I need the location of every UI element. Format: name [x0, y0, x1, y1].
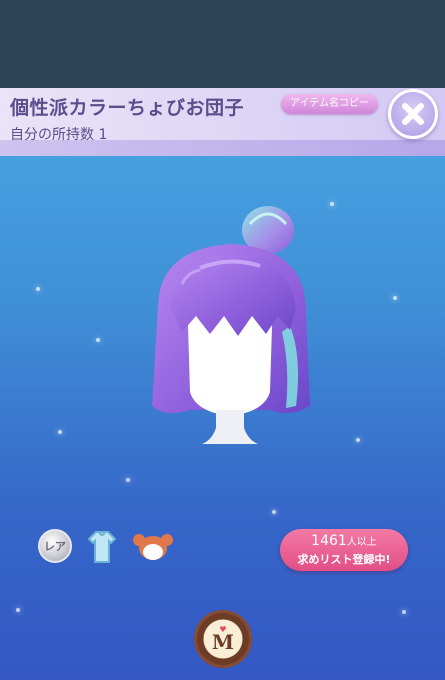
- request-count: 1461: [311, 533, 347, 549]
- hair-item-image: [152, 206, 310, 444]
- hair-icon: [132, 529, 174, 565]
- close-icon: [402, 103, 424, 125]
- rarity-label: レア: [44, 540, 66, 553]
- outfit-icon: [84, 529, 120, 565]
- owned-count: 自分の所持数 1: [10, 127, 108, 143]
- sparkle: [36, 287, 40, 291]
- sparkle: [330, 202, 334, 206]
- sparkle: [16, 608, 20, 612]
- close-button[interactable]: [388, 89, 438, 139]
- sparkle: [393, 296, 397, 300]
- request-count-suffix: 人以上: [346, 537, 377, 548]
- request-list-badge[interactable]: 1461人以上 求めリスト登録中!: [280, 529, 408, 571]
- sparkle: [58, 430, 62, 434]
- sparkle: [126, 478, 130, 482]
- item-title: 個性派カラーちょびお団子: [10, 97, 245, 119]
- sparkle: [402, 610, 406, 614]
- sparkle: [272, 510, 276, 514]
- sparkle: [96, 338, 100, 342]
- sparkle: [356, 438, 360, 442]
- request-label: 求めリスト登録中!: [297, 553, 391, 566]
- heart-icon: ♥: [219, 625, 227, 634]
- rarity-badge: レア: [38, 529, 72, 563]
- medal-button[interactable]: ♥ M: [197, 613, 249, 665]
- copy-name-button[interactable]: アイテム名コピー: [281, 94, 378, 114]
- status-bar-area: [0, 0, 445, 88]
